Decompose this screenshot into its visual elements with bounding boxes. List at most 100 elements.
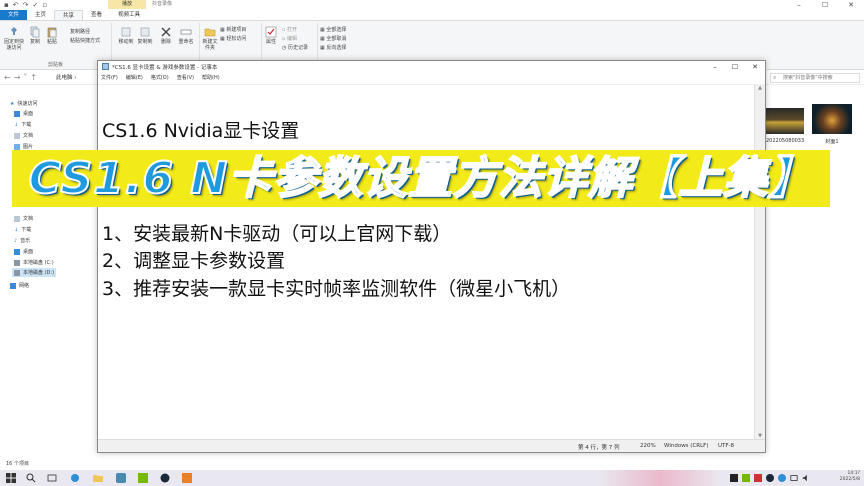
maximize-icon[interactable]: ☐ [812, 0, 838, 10]
properties-icon[interactable]: ✓ [33, 1, 39, 9]
video-thumbnail-image [766, 108, 804, 134]
tab-view[interactable]: 查看 [83, 10, 110, 20]
file-thumbnail[interactable]: 202205080033 [766, 108, 804, 144]
vertical-scrollbar[interactable]: ▲ ▼ [754, 84, 765, 440]
select-all-button[interactable]: ▦ 全部选择 [320, 26, 346, 33]
desktop-icon [14, 110, 20, 117]
open-button[interactable]: ▫ 打开 [282, 26, 297, 33]
cover-thumbnail-image [812, 104, 852, 134]
menu-file[interactable]: 文件(F) [101, 73, 118, 83]
notepad-text-area[interactable]: CS1.6 Nvidia显卡设置 1、安装最新N卡驱动（可以上官网下载） 2、调… [98, 84, 755, 440]
nvidia-icon[interactable] [138, 473, 148, 483]
network-tray-icon[interactable] [790, 474, 798, 482]
document-icon [14, 132, 20, 139]
steam-tray-icon[interactable] [766, 474, 774, 482]
nav-quick-access[interactable]: ★ 快速访问 [10, 100, 38, 108]
tab-file[interactable]: 文件 [0, 10, 28, 20]
nav-item-desktop[interactable]: 桌面 [14, 110, 33, 117]
nav-item-pc-music[interactable]: ♪ 音乐 [14, 237, 30, 245]
steam-icon[interactable] [160, 473, 170, 483]
text-line-heading: CS1.6 Nvidia显卡设置 [102, 120, 300, 142]
nav-item-downloads[interactable]: ↓ 下载 [14, 121, 31, 129]
nav-item-drive-c[interactable]: 本地磁盘 (C:) [14, 259, 54, 266]
document-icon [14, 215, 20, 222]
new-item-button[interactable]: ▦ 新建项目 [220, 26, 246, 33]
scroll-up-icon[interactable]: ▲ [755, 85, 765, 91]
windows-start-icon[interactable] [6, 473, 16, 483]
new-folder-icon [204, 28, 216, 37]
app-icon[interactable] [182, 473, 192, 483]
file-caption: 202205080033 [766, 138, 805, 144]
tab-share[interactable]: 共享 [54, 10, 84, 20]
menu-help[interactable]: 帮助(H) [202, 73, 220, 83]
menu-format[interactable]: 格式(O) [151, 73, 169, 83]
history-button[interactable]: ◷ 历史记录 [282, 44, 308, 51]
notepad-icon [102, 63, 109, 70]
file-explorer-icon[interactable] [93, 473, 103, 483]
paste-button[interactable]: 粘贴 [44, 26, 60, 45]
up-icon[interactable]: ↑ [30, 73, 40, 82]
edit-button[interactable]: ▫ 编辑 [282, 35, 297, 42]
tab-home[interactable]: 主页 [27, 10, 54, 20]
title-banner: CS1.6 N卡参数设置方法详解【上集】 [12, 150, 830, 207]
close-icon[interactable]: ✕ [745, 61, 765, 73]
forward-icon[interactable]: → [14, 73, 24, 82]
copy-button[interactable]: 复制 [28, 26, 42, 45]
search-input[interactable]: ⌕ 搜索"抖音录像"中搜索 [770, 73, 860, 83]
taskbar-highlight [600, 470, 720, 486]
pin-quick-access-button[interactable]: 固定到快速访问 [3, 26, 25, 51]
delete-button[interactable]: 删除 [158, 26, 174, 45]
properties-button[interactable]: 属性 [264, 26, 278, 45]
copy-path-button[interactable]: 复制路径 [70, 28, 90, 35]
nav-network[interactable]: 网络 [10, 282, 29, 289]
copy-icon [30, 26, 40, 38]
tray-app-icon[interactable] [754, 474, 762, 482]
app-icon[interactable] [116, 473, 126, 483]
copy-to-button[interactable]: 复制到 [136, 26, 154, 45]
search-icon[interactable] [26, 473, 36, 483]
volume-icon[interactable] [802, 474, 810, 482]
new-folder-button[interactable]: 新建文件夹 [202, 26, 218, 51]
edge-browser-icon[interactable] [70, 473, 80, 483]
text-line: 1、安装最新N卡驱动（可以上官网下载） [102, 223, 452, 245]
nav-item-pc-downloads[interactable]: ↓ 下载 [14, 226, 31, 234]
file-caption: 封面1 [825, 139, 839, 145]
menu-edit[interactable]: 编辑(E) [126, 73, 143, 83]
move-to-button[interactable]: 移动到 [117, 26, 135, 45]
nav-item-pc-desktop[interactable]: 桌面 [14, 248, 33, 255]
select-none-button[interactable]: ▦ 全部取消 [320, 35, 346, 42]
tray-app-icon[interactable] [778, 474, 786, 482]
context-tab-play[interactable]: 播放 [108, 0, 146, 9]
minimize-icon[interactable]: – [705, 61, 725, 73]
back-icon[interactable]: ← [4, 73, 14, 82]
text-line: 3、推荐安装一款显卡实时帧率监测软件（微星小飞机） [102, 278, 571, 300]
nav-item-pictures[interactable]: 图片 [14, 143, 33, 150]
rename-button[interactable]: 重命名 [176, 26, 196, 45]
minimize-icon[interactable]: – [786, 0, 812, 10]
tray-app-icon[interactable] [730, 474, 738, 482]
tray-app-icon[interactable] [742, 474, 750, 482]
file-thumbnail[interactable]: 封面1 [812, 104, 852, 145]
tray-clock[interactable]: 14:1? 2022/5/8 [840, 471, 860, 483]
address-path[interactable]: 此电脑 › [56, 73, 76, 81]
move-to-icon [121, 27, 131, 37]
nav-item-pc-documents[interactable]: 文档 [14, 215, 33, 222]
invert-selection-button[interactable]: ▦ 反向选择 [320, 44, 346, 51]
task-view-icon[interactable] [47, 473, 57, 483]
paste-shortcut-button[interactable]: 粘贴快捷方式 [70, 37, 100, 44]
nav-item-drive-d[interactable]: 本地磁盘 (D:) [12, 268, 57, 277]
undo-icon[interactable]: ↶ [13, 1, 19, 9]
new-folder-icon[interactable]: ▫ [42, 1, 47, 9]
close-icon[interactable]: ✕ [838, 0, 864, 10]
folder-icon[interactable]: ▪ [4, 1, 9, 9]
copy-to-icon [140, 27, 150, 37]
easy-access-button[interactable]: ▦ 轻松访问 [220, 35, 246, 42]
maximize-icon[interactable]: ☐ [725, 61, 745, 73]
search-placeholder: 搜索"抖音录像"中搜索 [783, 75, 833, 81]
nav-item-documents[interactable]: 文档 [14, 132, 33, 139]
tab-video-tools[interactable]: 视频工具 [110, 10, 148, 20]
banner-title: CS1.6 N卡参数设置方法详解【上集】 [28, 152, 814, 205]
window-title: 抖音录像 [152, 1, 173, 7]
menu-view[interactable]: 查看(V) [177, 73, 194, 83]
redo-icon[interactable]: ↷ [23, 1, 29, 9]
